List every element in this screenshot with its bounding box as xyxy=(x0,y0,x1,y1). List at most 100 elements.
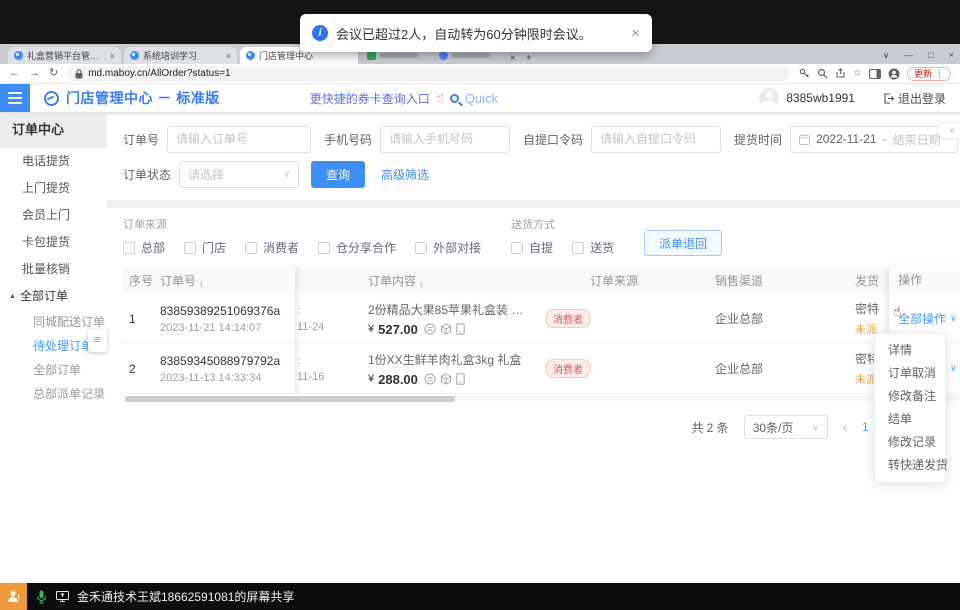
page-size-select[interactable]: 30条/页 ∨ xyxy=(744,415,828,439)
sidebar-drag-handle[interactable]: ≡ xyxy=(88,329,107,352)
clipped-text: : xyxy=(297,305,350,317)
checkbox-icon[interactable] xyxy=(572,242,584,254)
pagination: 共 2 条 30条/页 ∨ ‹ 1 › xyxy=(123,415,888,439)
hamburger-menu-button[interactable] xyxy=(0,84,30,112)
delivery-method-group: 送货方式 自提 送货 xyxy=(511,216,614,256)
menu-item-cancel-order[interactable]: 订单取消 xyxy=(875,362,945,385)
menu-item-edit-history[interactable]: 修改记录 xyxy=(875,431,945,454)
key-icon[interactable] xyxy=(799,68,810,79)
checkbox-label: 门店 xyxy=(202,239,226,256)
avatar[interactable] xyxy=(759,88,779,108)
checkbox-label: 仓分享合作 xyxy=(336,239,396,256)
tab-search-icon[interactable]: ∨ xyxy=(883,50,890,61)
bookmark-star-icon[interactable]: ☆ xyxy=(853,68,862,79)
side-panel-icon[interactable] xyxy=(869,69,881,79)
profile-icon[interactable] xyxy=(888,68,900,80)
tab-label: 礼盒营销平台管理中心 xyxy=(27,49,106,62)
checkbox-store[interactable]: 门店 xyxy=(184,239,226,256)
url-text: md.maboy.cn/AllOrder?status=1 xyxy=(88,68,230,79)
clipped-date: 11-16 xyxy=(297,371,350,383)
order-no-input[interactable] xyxy=(167,126,311,153)
tab-close-icon[interactable]: × xyxy=(110,51,115,61)
checkbox-warehouse-share[interactable]: 仓分享合作 xyxy=(318,239,396,256)
sidebar-group-all-orders[interactable]: ▲ 全部订单 xyxy=(0,283,107,310)
browser-update-button[interactable]: 更新 ⋮ xyxy=(907,67,951,81)
checkbox-hq[interactable]: 总部 xyxy=(123,239,165,256)
phone-input[interactable] xyxy=(380,126,510,153)
checkbox-icon[interactable] xyxy=(184,242,196,254)
sort-icon[interactable]: ▲▼ xyxy=(199,281,204,289)
forward-icon[interactable]: → xyxy=(29,68,40,79)
screen-share-bar: 金禾通技术王斌18662591081的屏幕共享 xyxy=(0,583,960,610)
currency-symbol: ¥ xyxy=(368,323,374,335)
table-row-1[interactable]: 1 83859389251069376a 2023-11-21 14:14:07… xyxy=(123,294,960,344)
checkbox-delivery[interactable]: 送货 xyxy=(572,239,614,256)
source-tag: 消费者 xyxy=(545,359,591,378)
horizontal-scrollbar-thumb[interactable] xyxy=(125,396,455,402)
address-input[interactable]: md.maboy.cn/AllOrder?status=1 xyxy=(67,66,790,81)
dispatch-return-button[interactable]: 派单退回 xyxy=(644,230,722,256)
sidebar-item-batch-verify[interactable]: 批量核销 xyxy=(0,256,107,283)
sidebar-item-hq-dispatch-records[interactable]: 总部派单记录 xyxy=(0,382,107,406)
checkbox-icon[interactable] xyxy=(318,242,330,254)
menu-item-switch-express[interactable]: 转快递发货 xyxy=(875,454,945,477)
tab-close-icon[interactable]: × xyxy=(226,51,231,61)
menu-item-details[interactable]: 详情 xyxy=(875,339,945,362)
checkbox-icon[interactable] xyxy=(123,242,135,254)
window-maximize-icon[interactable]: □ xyxy=(928,50,933,61)
table-row-2[interactable]: 2 83859345088979792a 2023-11-13 14:33:34… xyxy=(123,344,960,394)
app-logo xyxy=(44,91,59,106)
clipped-cell: : 11-16 xyxy=(295,355,350,383)
logout-button[interactable]: 退出登录 xyxy=(883,90,946,107)
quick-link[interactable]: Quick xyxy=(465,91,498,106)
checkbox-icon[interactable] xyxy=(245,242,257,254)
prev-page-button[interactable]: ‹ xyxy=(843,420,847,435)
collapse-filters-button[interactable]: » xyxy=(937,122,960,139)
ticket-icon xyxy=(424,373,436,385)
menu-item-settle[interactable]: 结单 xyxy=(875,408,945,431)
sidebar-item-member-visit[interactable]: 会员上门 xyxy=(0,202,107,229)
share-icon[interactable] xyxy=(835,68,846,79)
table-card: 订单来源 总部 门店 消费者 仓分享合作 外部对接 送货方式 xyxy=(107,208,960,583)
menu-dots-icon[interactable]: ⋮ xyxy=(935,68,944,79)
sidebar-item-phone-pickup[interactable]: 电话提货 xyxy=(0,148,107,175)
checkbox-self-pickup[interactable]: 自提 xyxy=(511,239,553,256)
zoom-icon[interactable] xyxy=(817,68,828,79)
sidebar-item-all-orders[interactable]: 全部订单 xyxy=(0,358,107,382)
start-date-value: 2022-11-21 xyxy=(816,132,877,146)
order-status-select[interactable]: 请选择 ∨ xyxy=(179,161,299,188)
header-order-no[interactable]: 订单号▲▼ xyxy=(155,272,295,289)
sidebar-group-label: 全部订单 xyxy=(20,283,68,310)
browser-tab-gift-platform[interactable]: 礼盒营销平台管理中心 × xyxy=(8,47,121,64)
new-tab-button[interactable]: + xyxy=(526,53,532,64)
header-content[interactable]: 订单内容▲▼ xyxy=(350,272,535,289)
checkbox-consumer[interactable]: 消费者 xyxy=(245,239,299,256)
meeting-app-button[interactable] xyxy=(0,583,27,610)
horizontal-scrollbar-track[interactable] xyxy=(123,396,960,402)
fixed-column-shadow xyxy=(295,266,302,394)
search-button[interactable]: 查询 xyxy=(311,161,365,188)
sort-icon[interactable]: ▲▼ xyxy=(419,281,424,289)
window-close-icon[interactable]: × xyxy=(949,50,954,61)
refresh-icon[interactable]: ↻ xyxy=(49,68,58,79)
order-content-cell: 1份XX生鲜羊肉礼盒3kg 礼盒 ¥ 288.00 xyxy=(350,351,535,387)
date-separator: - xyxy=(883,132,887,146)
menu-item-edit-note[interactable]: 修改备注 xyxy=(875,385,945,408)
checkbox-icon[interactable] xyxy=(415,242,427,254)
pickup-code-input[interactable] xyxy=(591,126,721,153)
browser-tab-training[interactable]: 系统培训学习 × xyxy=(124,47,237,64)
toast-close-icon[interactable]: × xyxy=(631,25,640,42)
sidebar-item-card-pickup[interactable]: 卡包提货 xyxy=(0,229,107,256)
date-range-picker[interactable]: 2022-11-21 - 结束日期 xyxy=(790,126,958,153)
back-icon[interactable]: ← xyxy=(9,68,20,79)
promo-link[interactable]: 更快捷的券卡查询入口 xyxy=(310,90,430,107)
current-page[interactable]: 1 xyxy=(862,420,869,434)
advanced-filter-link[interactable]: 高级筛选 xyxy=(381,166,429,183)
tab-close-icon[interactable]: × xyxy=(510,53,516,64)
main-area: 订单中心 电话提货 上门提货 会员上门 卡包提货 批量核销 ▲ 全部订单 同城配… xyxy=(0,112,960,583)
sidebar-item-door-pickup[interactable]: 上门提货 xyxy=(0,175,107,202)
window-minimize-icon[interactable]: — xyxy=(904,50,913,61)
microphone-icon[interactable] xyxy=(36,590,47,604)
checkbox-external[interactable]: 外部对接 xyxy=(415,239,481,256)
checkbox-icon[interactable] xyxy=(511,242,523,254)
